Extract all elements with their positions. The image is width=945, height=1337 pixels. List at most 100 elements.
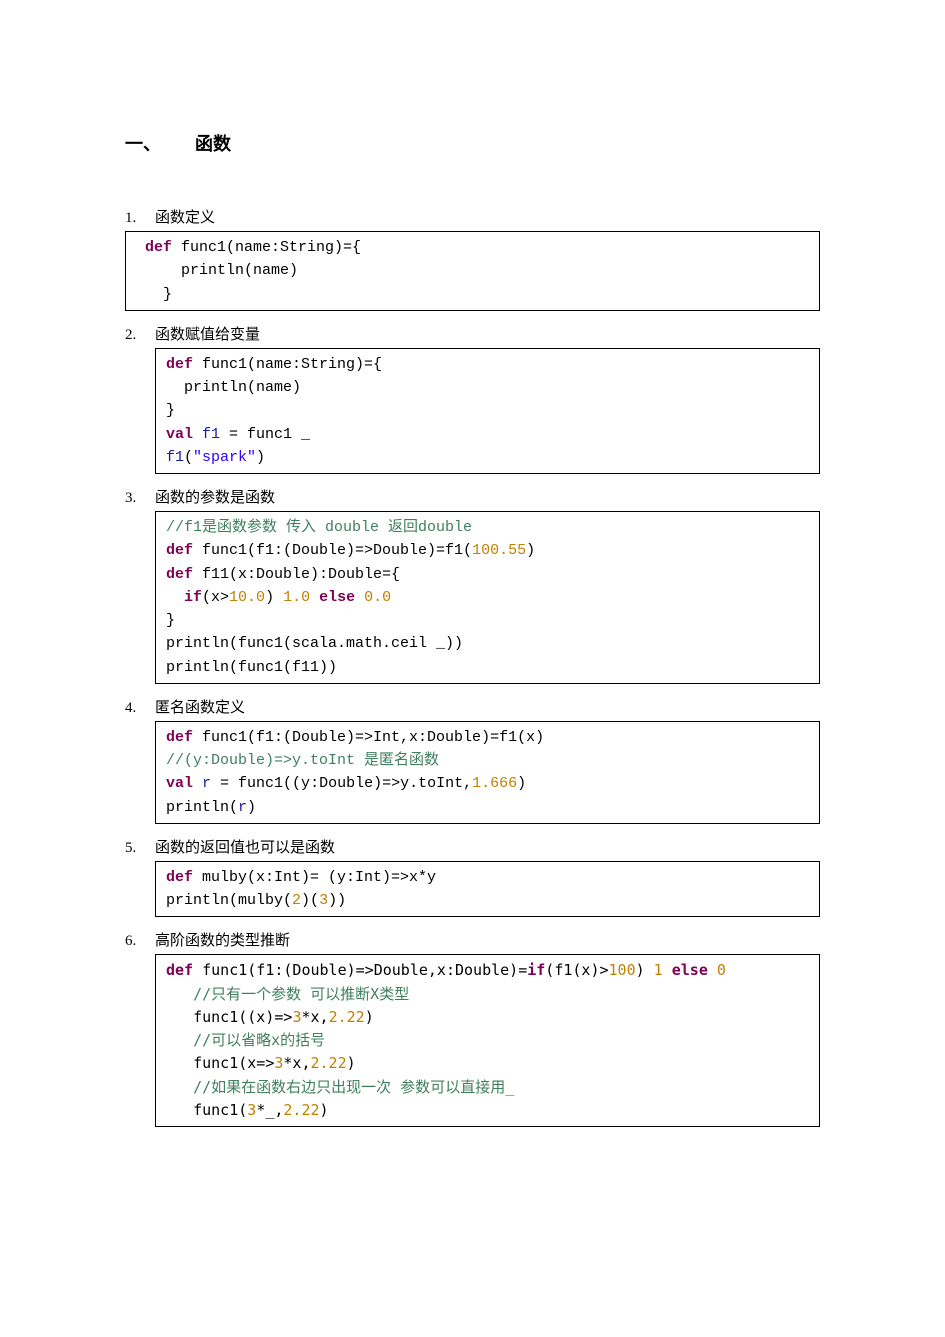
code-line: f1("spark"): [166, 446, 809, 469]
code-line: val r = func1((y:Double)=>y.toInt,1.666): [166, 772, 809, 795]
code-token: 10.0: [229, 589, 265, 606]
code-token: def: [166, 356, 193, 373]
code-token: [136, 239, 145, 256]
code-token: func1(name:String)={: [172, 239, 361, 256]
code-line: //只有一个参数 可以推断X类型: [166, 983, 809, 1006]
section: 5.函数的返回值也可以是函数 def mulby(x:Int)= (y:Int)=…: [125, 836, 820, 918]
code-line: //可以省略x的括号: [166, 1029, 809, 1052]
code-token: )(: [301, 892, 319, 909]
code-line: println(r): [166, 796, 809, 819]
code-line: def mulby(x:Int)= (y:Int)=>x*y: [166, 866, 809, 889]
code-block: def func1(f1:(Double)=>Double,x:Double)=…: [155, 954, 820, 1127]
code-token: *x,: [283, 1054, 310, 1072]
code-token: [166, 1031, 193, 1049]
code-token: ): [636, 961, 654, 979]
section-head: 5.函数的返回值也可以是函数: [125, 836, 820, 857]
code-token: r: [202, 775, 211, 792]
code-line: def func1(name:String)={: [166, 353, 809, 376]
code-token: "spark": [193, 449, 256, 466]
code-token: //f1是函数参数 传入 double 返回double: [166, 519, 472, 536]
section-head: 3.函数的参数是函数: [125, 486, 820, 507]
code-token: println(mulby(: [166, 892, 292, 909]
code-token: *x,: [301, 1008, 328, 1026]
code-token: println(name): [166, 379, 301, 396]
code-token: ): [256, 449, 265, 466]
code-line: def func1(f1:(Double)=>Double,x:Double)=…: [166, 959, 809, 982]
section: 2.函数赋值给变量 def func1(name:String)={ printl…: [125, 323, 820, 474]
code-line: if(x>10.0) 1.0 else 0.0: [166, 586, 809, 609]
code-line: def func1(f1:(Double)=>Int,x:Double)=f1(…: [166, 726, 809, 749]
code-token: ): [517, 775, 526, 792]
code-token: func1(x=>: [166, 1054, 274, 1072]
code-line: //(y:Double)=>y.toInt 是匿名函数: [166, 749, 809, 772]
code-token: func1(f1:(Double)=>Int,x:Double)=f1(x): [193, 729, 544, 746]
section: 1.函数定义 def func1(name:String)={ println(…: [125, 206, 820, 311]
code-token: //(y:Double)=>y.toInt 是匿名函数: [166, 752, 439, 769]
heading-number: 一、: [125, 130, 195, 156]
code-line: def func1(name:String)={: [136, 236, 809, 259]
code-token: 100.55: [472, 542, 526, 559]
code-token: (f1(x)>: [545, 961, 608, 979]
code-token: 2.22: [329, 1008, 365, 1026]
code-token: println(func1(f11)): [166, 659, 337, 676]
section-title: 高阶函数的类型推断: [155, 933, 290, 949]
code-token: [193, 775, 202, 792]
code-token: = func1 _: [220, 426, 310, 443]
code-line: //f1是函数参数 传入 double 返回double: [166, 516, 809, 539]
code-token: 0: [717, 961, 726, 979]
section-title: 函数的返回值也可以是函数: [155, 840, 335, 856]
code-token: }: [136, 286, 172, 303]
code-line: println(func1(scala.math.ceil _)): [166, 632, 809, 655]
code-token: 2: [292, 892, 301, 909]
section-title: 匿名函数定义: [155, 700, 245, 716]
code-token: //只有一个参数 可以推断X类型: [193, 985, 409, 1003]
section-head: 2.函数赋值给变量: [125, 323, 820, 344]
code-token: (x>: [202, 589, 229, 606]
code-token: ): [265, 589, 283, 606]
section-number: 1.: [125, 210, 155, 227]
code-token: //如果在函数右边只出现一次 参数可以直接用_: [193, 1078, 514, 1096]
code-token: val: [166, 426, 193, 443]
code-token: else: [319, 589, 355, 606]
section-title: 函数的参数是函数: [155, 490, 275, 506]
code-token: ): [320, 1101, 329, 1119]
code-token: def: [145, 239, 172, 256]
code-token: println(name): [136, 262, 298, 279]
section-head: 6.高阶函数的类型推断: [125, 929, 820, 950]
section-number: 5.: [125, 840, 155, 857]
code-token: [193, 426, 202, 443]
code-token: [355, 589, 364, 606]
code-line: println(func1(f11)): [166, 656, 809, 679]
code-token: )): [328, 892, 346, 909]
code-token: func1(f1:(Double)=>Double)=f1(: [193, 542, 472, 559]
code-block: def func1(name:String)={ println(name)} v…: [155, 348, 820, 474]
section-title: 函数定义: [155, 210, 215, 226]
code-token: = func1((y:Double)=>y.toInt,: [211, 775, 472, 792]
code-token: func1(name:String)={: [193, 356, 382, 373]
code-token: [663, 961, 672, 979]
section: 3.函数的参数是函数 //f1是函数参数 传入 double 返回double de…: [125, 486, 820, 684]
code-token: [708, 961, 717, 979]
code-token: f11(x:Double):Double={: [193, 566, 400, 583]
code-token: *_,: [256, 1101, 283, 1119]
sections-container: 1.函数定义 def func1(name:String)={ println(…: [125, 206, 820, 1127]
code-token: ): [347, 1054, 356, 1072]
document-page: 一、函数 1.函数定义 def func1(name:String)={ pri…: [0, 0, 945, 1231]
code-line: }: [166, 399, 809, 422]
code-token: }: [166, 402, 175, 419]
code-token: 0.0: [364, 589, 391, 606]
code-token: //可以省略x的括号: [193, 1031, 325, 1049]
section-number: 3.: [125, 490, 155, 507]
code-token: f1: [166, 449, 184, 466]
code-token: if: [184, 589, 202, 606]
code-token: 2.22: [311, 1054, 347, 1072]
code-token: def: [166, 542, 193, 559]
code-token: [310, 589, 319, 606]
code-token: def: [166, 961, 193, 979]
code-block: def func1(f1:(Double)=>Int,x:Double)=f1(…: [155, 721, 820, 824]
code-line: println(name): [166, 376, 809, 399]
section: 4.匿名函数定义def func1(f1:(Double)=>Int,x:Dou…: [125, 696, 820, 824]
code-token: def: [166, 869, 193, 886]
code-token: ): [526, 542, 535, 559]
heading-1: 一、函数: [125, 130, 820, 156]
